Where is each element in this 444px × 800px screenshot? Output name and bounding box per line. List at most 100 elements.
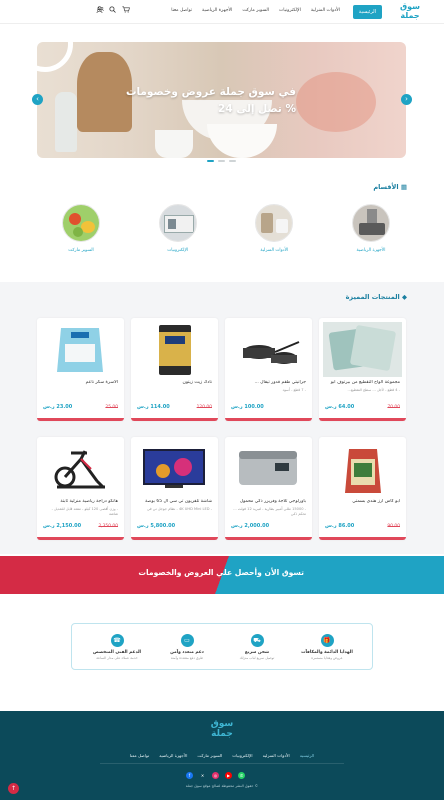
facebook-icon[interactable]: f (186, 772, 193, 779)
nav-item-home-tools[interactable]: الأدوات المنزلية (311, 8, 340, 13)
nav-item-contact[interactable]: تواصل معنا (171, 8, 192, 13)
footer: سوق جملة الرئيسية الأدوات المنزلية الإلك… (0, 711, 444, 800)
feature-desc: عروض وهدايا مستمرة (311, 655, 343, 660)
feature-payment: ▭ دعم متعدد وآمن طرق دفع متعددة وآمنة (156, 633, 218, 660)
footer-copyright: حقوق النشر محفوظة لصالح موقع سوق جملة © (185, 784, 259, 788)
card-accent-bar (225, 418, 312, 421)
product-card[interactable]: أبو كاس أرز هندي بسمتي 90.00 86.00 ر.س (319, 437, 406, 540)
footer-link-sports[interactable]: الأجهزة الرياضية (159, 753, 187, 758)
logo-line2: جملة (400, 11, 420, 20)
nav-item-electronics[interactable]: الإلكترونيات (279, 8, 301, 13)
product-card[interactable]: جرانيتي طقم قدور تيفال ... - 7 قطع - أسو… (225, 318, 312, 421)
card-accent-bar (37, 537, 124, 540)
category-image (62, 204, 100, 242)
category-supermarket[interactable]: السوبر ماركت (58, 204, 104, 253)
product-price: 100.00 ر.س (231, 404, 264, 410)
social-links: f ✕ ◎ ▶ ✆ (186, 772, 245, 779)
card-accent-bar (319, 537, 406, 540)
slider-next-button[interactable]: › (401, 94, 412, 105)
hero-line1: في سوق جملة عروض وخصومات (125, 86, 296, 98)
hero-decor (296, 72, 376, 132)
product-desc: - 4 قطع - لأجل ... سطح التقطيع... (347, 388, 400, 392)
footer-link-electronics[interactable]: الإلكترونيات (232, 753, 252, 758)
products-title-text: المنتجات المميزة (345, 293, 400, 301)
category-electronics[interactable]: الإلكترونيات (155, 204, 201, 253)
product-price: 64.00 ر.س (325, 404, 355, 410)
promo-banner-text: تسوق الأن وأحصل علي العروض والخصومات (138, 568, 304, 577)
footer-logo-line2: جملة (211, 729, 233, 739)
hero-line2: تصل إلى 24 % (218, 103, 296, 115)
product-name: مجموعة ألواح التقطيع من بيرتوف أبو (330, 380, 400, 385)
product-desc: - 15000 مللي أمبير بطارية - لتبريد 12 فو… (233, 507, 306, 516)
product-name: الأسرة سكر ناعم (85, 380, 118, 385)
products-title: المنتجات المميزة ◆ (346, 293, 407, 301)
product-old-price: 2,350.00 (98, 524, 118, 529)
product-name: أبو كاس أرز هندي بسمتي (352, 499, 400, 504)
categories-title-text: الأقسام (373, 183, 399, 191)
product-card[interactable]: هانكو دراجة رياضية منزلية ثابتة - وزن أق… (37, 437, 124, 540)
slider-dot[interactable] (207, 160, 214, 162)
slider-dot[interactable] (218, 160, 225, 162)
footer-logo[interactable]: سوق جملة (205, 719, 239, 739)
nav-item-sports[interactable]: الأجهزة الرياضية (202, 8, 232, 13)
headset-icon: ☎ (110, 633, 124, 647)
instagram-icon[interactable]: ◎ (212, 772, 219, 779)
category-label: الإلكترونيات (167, 248, 189, 253)
product-price: 2,000.00 ر.س (231, 523, 270, 529)
scroll-top-button[interactable]: ↑ (8, 783, 19, 794)
category-label: السوبر ماركت (68, 248, 94, 253)
truck-icon: ⛟ (250, 633, 264, 647)
footer-links: الرئيسية الأدوات المنزلية الإلكترونيات ا… (0, 753, 444, 758)
product-image (229, 441, 308, 496)
footer-link-home[interactable]: الرئيسية (300, 753, 314, 758)
product-image (135, 441, 214, 496)
promo-banner[interactable]: تسوق الأن وأحصل علي العروض والخصومات (0, 556, 444, 594)
feature-desc: توصيل سريع لباب منزلك (239, 655, 275, 660)
feature-desc: خدمة عملاء على مدار الساعة (96, 655, 138, 660)
hero-image-bottle (55, 92, 77, 152)
product-image (135, 322, 214, 377)
product-card[interactable]: شاشة تلفزيون تي سي ال 65 بوصة - 4K UHD M… (131, 437, 218, 540)
whatsapp-icon[interactable]: ✆ (238, 772, 245, 779)
navbar: سوق جملة الرئيسية الأدوات المنزلية الإلك… (0, 0, 444, 24)
card-accent-bar (319, 418, 406, 421)
feature-desc: طرق دفع متعددة وآمنة (170, 655, 204, 660)
footer-link-supermarket[interactable]: السوبر ماركت (197, 753, 222, 758)
hero-image-cup (155, 130, 193, 158)
language-switch[interactable]: AR (97, 7, 104, 13)
product-card[interactable]: نادك زيت زيتون 120.00 114.00 ر.س (131, 318, 218, 421)
product-name: شاشة تلفزيون تي سي ال 65 بوصة (145, 499, 212, 504)
product-name: هانكو دراجة رياضية منزلية ثابتة (60, 499, 118, 504)
category-sports[interactable]: الأجهزة الرياضية (348, 204, 394, 253)
product-old-price: 25.00 (105, 405, 118, 410)
hero-image-bowl-small (207, 124, 277, 158)
footer-logo-line1: سوق (210, 719, 234, 729)
product-image (41, 322, 120, 377)
slider-dot[interactable] (229, 160, 236, 162)
product-card[interactable]: مجموعة ألواح التقطيع من بيرتوف أبو - 4 ق… (319, 318, 406, 421)
site-logo[interactable]: سوق جملة (392, 2, 428, 22)
product-old-price: 120.00 (196, 405, 212, 410)
grid-icon: ▦ (400, 183, 407, 191)
category-home-tools[interactable]: الأدوات المنزلية (251, 204, 297, 253)
features-box: 🎁 الهدايا الدائمة والمكافآت عروض وهدايا … (71, 623, 373, 670)
search-icon[interactable] (109, 6, 116, 15)
x-icon[interactable]: ✕ (199, 772, 206, 779)
footer-link-home-tools[interactable]: الأدوات المنزلية (263, 753, 290, 758)
feature-shipping: ⛟ شحن سريع توصيل سريع لباب منزلك (226, 633, 288, 660)
diamond-icon: ◆ (402, 293, 407, 301)
footer-link-contact[interactable]: تواصل معنا (130, 753, 149, 758)
nav-item-home[interactable]: الرئيسية (352, 5, 382, 19)
product-card[interactable]: باورلوجي ثلاجة وفريزر ذكي محمول - 15000 … (225, 437, 312, 540)
category-label: الأجهزة الرياضية (356, 248, 386, 253)
nav-item-supermarket[interactable]: السوبر ماركت (242, 8, 269, 13)
slider-prev-button[interactable]: ‹ (32, 94, 43, 105)
product-old-price: 70.00 (387, 405, 400, 410)
youtube-icon[interactable]: ▶ (225, 772, 232, 779)
cart-icon[interactable] (122, 6, 130, 15)
product-name: جرانيتي طقم قدور تيفال ... (254, 380, 307, 385)
product-card[interactable]: الأسرة سكر ناعم 25.00 23.00 ر.س (37, 318, 124, 421)
product-desc: - 4K UHD Mini LED - نظام جوجل تي في (146, 507, 212, 511)
slider-dots (207, 160, 236, 162)
feature-title: الدعم الفني المتخصص (92, 649, 142, 655)
